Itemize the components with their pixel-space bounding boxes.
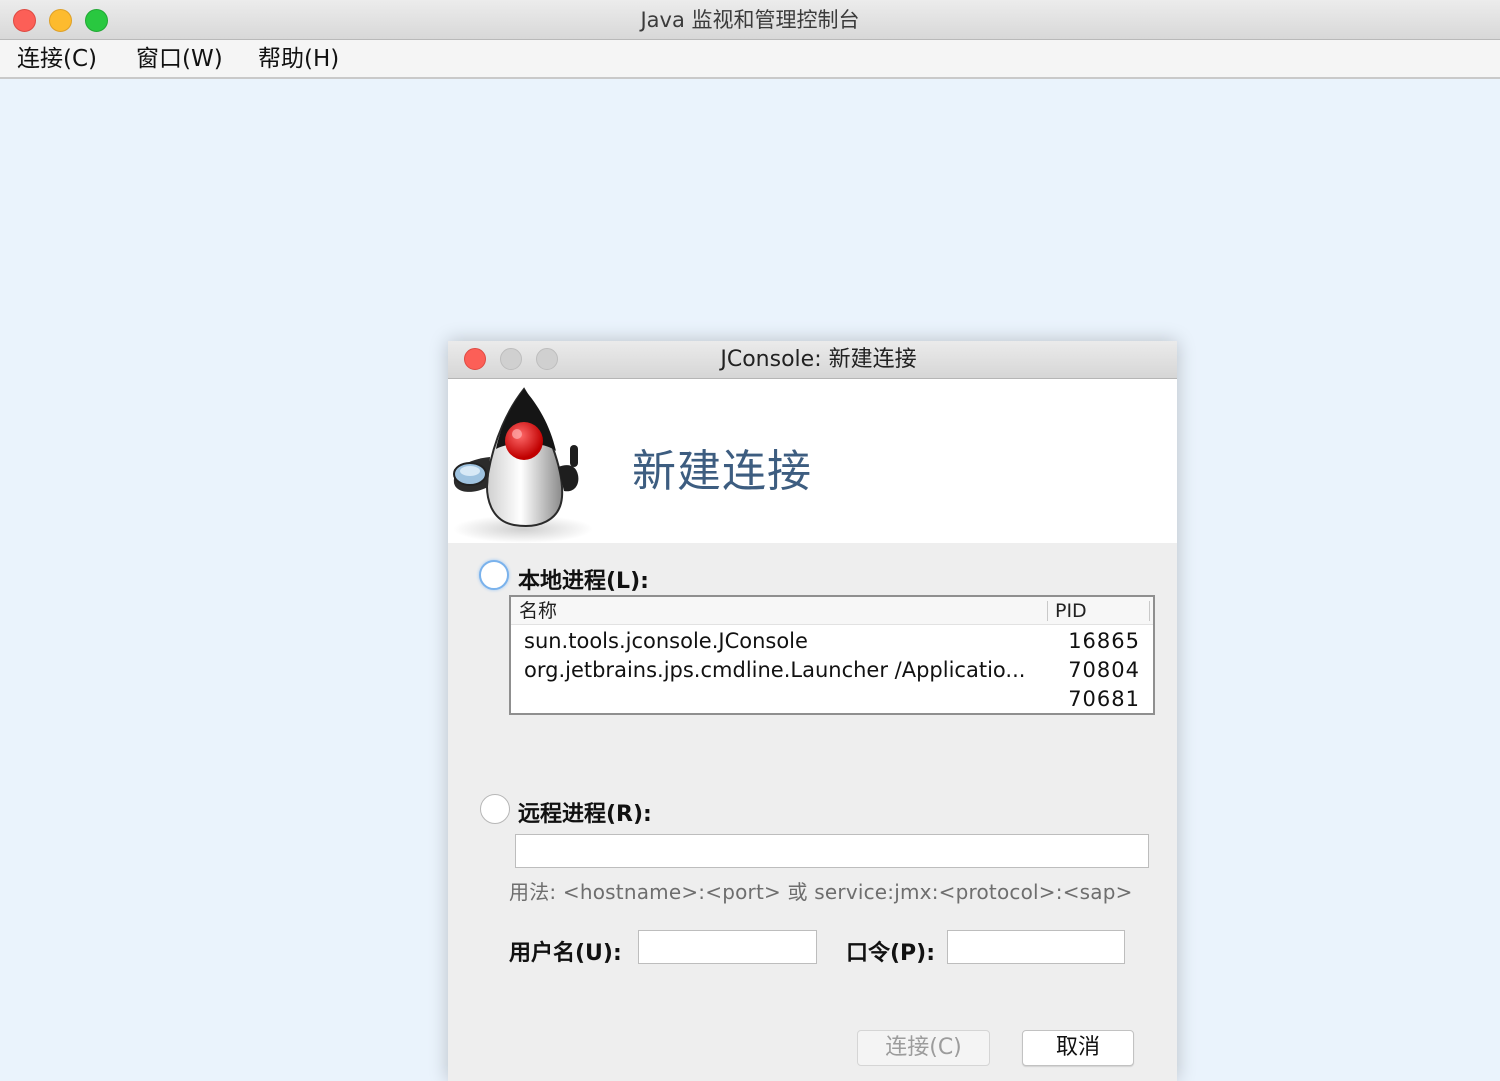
new-connection-dialog: JConsole: 新建连接 新建连接 本地进程(L): 名称 PID sun.… [448,341,1177,1081]
local-process-table[interactable]: 名称 PID sun.tools.jconsole.JConsole 16865… [509,595,1155,715]
remote-process-radio[interactable] [480,794,510,824]
duke-mascot-icon [453,387,593,543]
banner-title: 新建连接 [632,446,812,497]
password-label: 口令(P): [846,941,936,966]
username-label: 用户名(U): [509,941,622,966]
local-process-label[interactable]: 本地进程(L): [518,563,649,595]
process-name: sun.tools.jconsole.JConsole [524,629,808,653]
table-row[interactable]: 70681 [511,685,1153,714]
table-row[interactable]: sun.tools.jconsole.JConsole 16865 [511,627,1153,656]
table-row[interactable]: org.jetbrains.jps.cmdline.Launcher /Appl… [511,656,1153,685]
username-input[interactable] [638,930,817,964]
menu-bar: 连接(C) 窗口(W) 帮助(H) [0,40,1500,79]
column-divider[interactable] [1149,601,1150,621]
dialog-title: JConsole: 新建连接 [720,347,917,372]
menu-help[interactable]: 帮助(H) [258,40,339,78]
column-header-pid[interactable]: PID [1055,597,1087,625]
remote-process-input[interactable] [515,834,1149,868]
dialog-titlebar: JConsole: 新建连接 [448,341,1177,379]
table-header: 名称 PID [511,597,1153,625]
menu-window[interactable]: 窗口(W) [136,40,223,78]
process-pid: 16865 [1068,629,1140,653]
process-pid: 70804 [1068,658,1140,682]
dialog-banner: 新建连接 [448,379,1177,543]
remote-process-label[interactable]: 远程进程(R): [518,796,652,828]
column-divider[interactable] [1047,601,1048,621]
window-titlebar: Java 监视和管理控制台 [0,0,1500,40]
window-title: Java 监视和管理控制台 [640,8,860,32]
remote-usage-hint: 用法: <hostname>:<port> 或 service:jmx:<pro… [509,880,1133,904]
password-input[interactable] [947,930,1125,964]
local-process-radio[interactable] [479,560,509,590]
process-pid: 70681 [1068,687,1140,711]
cancel-button[interactable]: 取消 [1022,1030,1134,1066]
column-header-name[interactable]: 名称 [519,597,557,625]
connect-button[interactable]: 连接(C) [857,1030,990,1066]
process-name: org.jetbrains.jps.cmdline.Launcher /Appl… [524,658,1026,682]
menu-connection[interactable]: 连接(C) [17,40,97,78]
